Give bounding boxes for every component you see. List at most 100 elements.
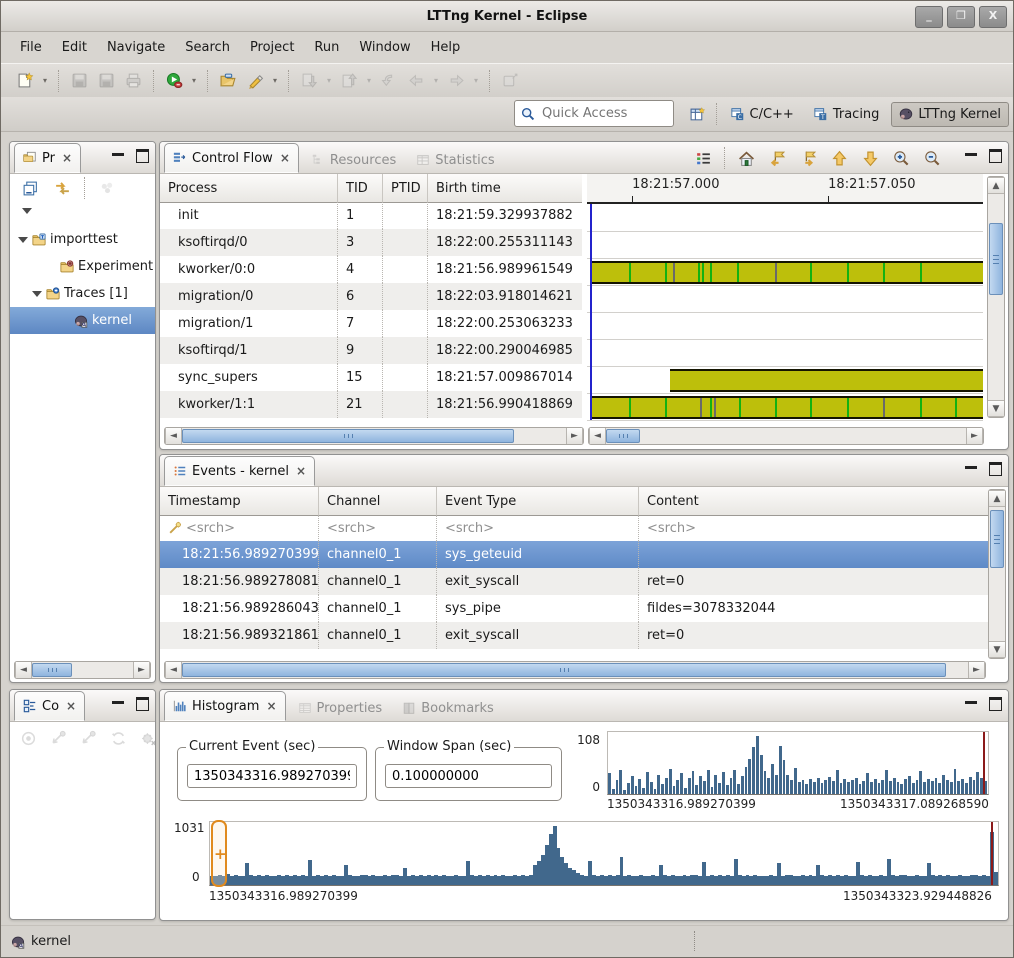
maximize-view-icon[interactable] (989, 697, 1002, 711)
perspective-lttng-kernel[interactable]: LTTng Kernel (891, 102, 1009, 127)
connect-button[interactable] (46, 726, 70, 750)
zoom-out-button[interactable] (920, 146, 944, 170)
process-row-ksoftirqd-1[interactable]: ksoftirqd/1918:22:00.290046985 (160, 337, 582, 364)
run-external-tools-button[interactable] (162, 69, 186, 93)
timeline-hscrollbar[interactable]: ◄► (588, 427, 984, 445)
timeline-row-kworker-0-0[interactable] (587, 258, 983, 286)
close-tab-icon[interactable]: × (280, 151, 290, 165)
timeline-row-init[interactable] (587, 204, 983, 232)
refresh-button[interactable] (106, 726, 130, 750)
tree-item-importtest[interactable]: importtest (10, 226, 155, 253)
tab-resources[interactable]: Resources (303, 147, 404, 173)
maximize-view-icon[interactable] (989, 149, 1002, 163)
timeline-row-ksoftirqd-1[interactable] (587, 339, 983, 367)
close-tab-icon[interactable]: × (296, 464, 306, 478)
column-header-birth-time[interactable]: Birth time (428, 174, 582, 202)
tree-item-experiment[interactable]: Experiment (10, 253, 155, 280)
filter-cell-channel[interactable]: <srch> (319, 515, 437, 541)
window-span-input[interactable] (385, 764, 552, 788)
close-tab-icon[interactable]: × (66, 699, 76, 713)
tab-project-explorer[interactable]: Pr× (14, 143, 81, 173)
tab-histogram[interactable]: Histogram× (164, 691, 286, 721)
timeline-row-migration-0[interactable] (587, 285, 983, 313)
events-hscrollbar[interactable]: ◄► (164, 661, 986, 679)
perspective-c-c-[interactable]: C/C++ (723, 102, 802, 127)
menu-file[interactable]: File (11, 36, 51, 59)
menu-help[interactable]: Help (422, 36, 470, 59)
move-up-button[interactable] (827, 146, 851, 170)
save-button[interactable] (67, 69, 91, 93)
tab-bookmarks[interactable]: Bookmarks (394, 695, 502, 721)
back-button[interactable] (404, 69, 428, 93)
column-header-content[interactable]: Content (639, 487, 989, 515)
next-event-button[interactable] (796, 146, 820, 170)
maximize-view-icon[interactable] (989, 462, 1002, 476)
highlight-dropdown-icon[interactable]: ▾ (270, 69, 280, 93)
column-header-process[interactable]: Process (160, 174, 338, 202)
collapse-all-button[interactable] (18, 176, 42, 200)
full-range-histogram[interactable]: + (209, 821, 999, 886)
timeline-vscrollbar[interactable]: ▲▼ (987, 176, 1005, 418)
event-row-sys_geteuid[interactable]: 18:21:56.989270399channel0_1sys_geteuid (160, 541, 990, 568)
time-cursor[interactable] (590, 204, 592, 420)
event-row-exit_syscall[interactable]: 18:21:56.989321861channel0_1exit_syscall… (160, 622, 990, 649)
tab-statistics[interactable]: Statistics (408, 147, 502, 173)
menu-window[interactable]: Window (350, 36, 419, 59)
pin-editor-button[interactable] (498, 69, 522, 93)
process-row-migration-1[interactable]: migration/1718:22:00.253063233 (160, 310, 582, 337)
highlight-button[interactable] (243, 69, 267, 93)
tab-properties[interactable]: Properties (290, 695, 391, 721)
process-row-ksoftirqd-0[interactable]: ksoftirqd/0318:22:00.255311143 (160, 229, 582, 256)
print-button[interactable] (121, 69, 145, 93)
view-menu-icon[interactable] (95, 176, 119, 200)
move-down-button[interactable] (858, 146, 882, 170)
control-flow-timeline[interactable]: 18:21:57.00018:21:57.050 (587, 174, 983, 449)
delete-connection-button[interactable] (136, 726, 156, 750)
status-resize-grip[interactable] (694, 931, 695, 951)
close-tab-icon[interactable]: × (266, 699, 276, 713)
minimize-view-icon[interactable] (965, 466, 977, 473)
new-dropdown-icon[interactable]: ▾ (40, 69, 50, 93)
minimize-view-icon[interactable] (965, 701, 977, 708)
process-row-sync-supers[interactable]: sync_supers1518:21:57.009867014 (160, 364, 582, 391)
zoom-in-button[interactable] (889, 146, 913, 170)
filter-cell-timestamp[interactable]: <srch> (160, 515, 319, 541)
control-flow-table-hscrollbar[interactable]: ◄► (164, 427, 584, 445)
process-row-kworker-1-1[interactable]: kworker/1:12118:21:56.990418869 (160, 391, 582, 418)
filter-cell-content[interactable]: <srch> (639, 515, 989, 541)
minimize-view-icon[interactable] (112, 701, 124, 708)
current-event-input[interactable] (187, 764, 357, 788)
window-span-histogram[interactable] (607, 731, 989, 795)
events-filter-row[interactable]: <srch><srch><srch><srch> (160, 515, 990, 542)
new-button[interactable] (13, 69, 37, 93)
forward-button[interactable] (444, 69, 468, 93)
event-row-sys_pipe[interactable]: 18:21:56.989286043channel0_1sys_pipefild… (160, 595, 990, 622)
usermode-state-bar[interactable] (590, 396, 983, 419)
process-row-migration-0[interactable]: migration/0618:22:03.918014621 (160, 283, 582, 310)
timeline-row-ksoftirqd-0[interactable] (587, 231, 983, 259)
minimize-view-icon[interactable] (112, 153, 124, 160)
menu-project[interactable]: Project (241, 36, 303, 59)
column-header-event-type[interactable]: Event Type (437, 487, 639, 515)
process-row-kworker-0-0[interactable]: kworker/0:0418:21:56.989961549 (160, 256, 582, 283)
menu-navigate[interactable]: Navigate (98, 36, 174, 59)
menu-run[interactable]: Run (305, 36, 348, 59)
process-row-init[interactable]: init118:21:59.329937882 (160, 202, 582, 229)
new-connection-button[interactable] (16, 726, 40, 750)
column-header-timestamp[interactable]: Timestamp (160, 487, 319, 515)
column-header-tid[interactable]: TID (338, 174, 383, 202)
expand-arrow-icon[interactable] (32, 291, 42, 297)
maximize-view-icon[interactable] (136, 697, 149, 711)
tree-item-traces-1-[interactable]: Traces [1] (10, 280, 155, 307)
column-header-channel[interactable]: Channel (319, 487, 437, 515)
next-annotation-button[interactable] (297, 69, 321, 93)
tab-control[interactable]: Co× (14, 691, 85, 721)
timeline-row-migration-1[interactable] (587, 312, 983, 340)
filter-cell-event-type[interactable]: <srch> (437, 515, 639, 541)
event-row-exit_syscall[interactable]: 18:21:56.989278081channel0_1exit_syscall… (160, 568, 990, 595)
expand-arrow-icon[interactable] (18, 237, 28, 243)
run-dropdown-icon[interactable]: ▾ (189, 69, 199, 93)
timeline-row-sync-supers[interactable] (587, 366, 983, 394)
maximize-view-icon[interactable] (136, 149, 149, 163)
menu-search[interactable]: Search (176, 36, 239, 59)
